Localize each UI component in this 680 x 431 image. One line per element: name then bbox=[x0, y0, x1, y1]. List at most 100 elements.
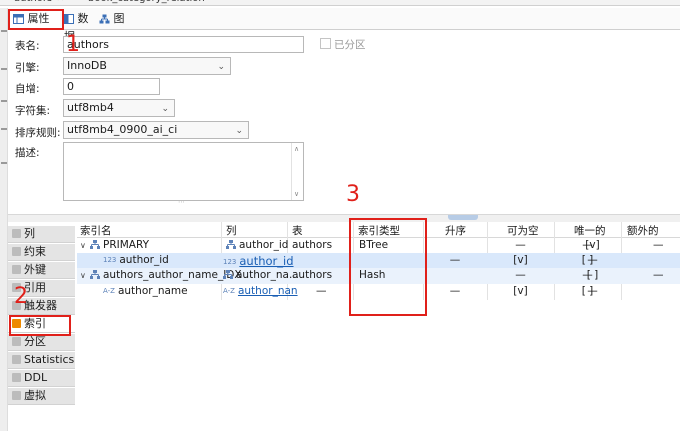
partitioned-label: 已分区 bbox=[334, 39, 366, 51]
auto-increment-label: 自增: bbox=[15, 83, 40, 95]
description-scrollbar[interactable]: ∧ ∨ bbox=[291, 143, 303, 200]
engine-label: 引擎: bbox=[15, 62, 40, 74]
ascending-value: — bbox=[515, 269, 526, 281]
index-name: PRIMARY bbox=[103, 239, 150, 251]
header-column[interactable]: 列 bbox=[226, 223, 237, 238]
virtual-icon bbox=[12, 391, 21, 400]
nav-label: 分区 bbox=[24, 335, 46, 348]
collation-select[interactable]: utf8mb4_0900_ai_ci ⌄ bbox=[63, 121, 249, 139]
er-diagram-icon bbox=[99, 14, 110, 24]
resize-grip-icon[interactable]: ⋯ bbox=[178, 198, 185, 206]
side-nav-ddl[interactable]: DDL bbox=[8, 370, 75, 387]
side-nav-statistics[interactable]: Statistics bbox=[8, 352, 75, 369]
unique-value: — bbox=[587, 285, 598, 297]
index-type: — bbox=[449, 285, 461, 297]
column-link[interactable]: author_nan bbox=[238, 285, 298, 297]
constraints-icon bbox=[12, 247, 21, 256]
numeric-column-icon: 123 bbox=[223, 258, 237, 266]
editor-tab-label: book_category_relation bbox=[88, 0, 205, 4]
side-nav-constraints[interactable]: 约束 bbox=[8, 244, 75, 261]
tab-diagram-label: 图 bbox=[113, 12, 125, 25]
nav-label: DDL bbox=[24, 371, 48, 384]
index-table-name: authors bbox=[292, 239, 333, 251]
ddl-icon bbox=[12, 373, 21, 382]
chevron-down-icon: ⌄ bbox=[235, 126, 243, 136]
partitioned-checkbox[interactable] bbox=[320, 38, 331, 49]
chevron-down-icon[interactable]: ∨ bbox=[80, 241, 90, 250]
editor-tab-strip: authors ✕ book_category_relation bbox=[0, 0, 680, 6]
close-icon[interactable]: ✕ bbox=[56, 0, 64, 4]
table-name-input[interactable]: authors bbox=[63, 36, 304, 53]
header-nullable[interactable]: 可为空 bbox=[507, 223, 539, 238]
gutter-marker bbox=[1, 128, 7, 130]
scroll-down-icon[interactable]: ∨ bbox=[294, 190, 299, 198]
annotation-number-1: 1 bbox=[66, 32, 80, 57]
unique-checkbox[interactable]: [v] bbox=[559, 239, 626, 251]
gutter-marker bbox=[1, 162, 7, 164]
index-icon bbox=[226, 240, 236, 249]
folder-icon bbox=[12, 337, 21, 346]
chevron-down-icon: ⌄ bbox=[217, 62, 225, 72]
editor-sub-tabs: 属性 数据 图 bbox=[8, 8, 680, 43]
collation-label: 排序规则: bbox=[15, 127, 61, 139]
index-column: author_id bbox=[239, 239, 289, 251]
statistics-icon bbox=[12, 355, 21, 364]
numeric-column-icon: 123 bbox=[103, 256, 117, 264]
nav-label: 列 bbox=[24, 227, 35, 240]
chevron-down-icon[interactable]: ∨ bbox=[80, 271, 90, 280]
index-column-name: author_id bbox=[119, 254, 169, 266]
header-ascending[interactable]: 升序 bbox=[445, 223, 466, 238]
foreign-key-icon bbox=[12, 265, 21, 274]
annotation-box-2 bbox=[9, 315, 71, 336]
gutter-marker bbox=[1, 68, 7, 70]
text-column-icon: A-Z bbox=[223, 287, 235, 295]
scroll-up-icon[interactable]: ∧ bbox=[294, 145, 299, 153]
description-textarea[interactable]: ∧ ∨ bbox=[63, 142, 304, 201]
index-table-name: — bbox=[316, 285, 327, 297]
column-link[interactable]: author_id bbox=[239, 254, 293, 268]
editor-tab-book-category-relation[interactable]: book_category_relation bbox=[88, 0, 205, 6]
ascending-checkbox[interactable]: [v] bbox=[487, 285, 554, 297]
description-label: 描述: bbox=[15, 147, 40, 159]
panel-splitter[interactable] bbox=[8, 214, 680, 222]
data-grid-icon bbox=[64, 14, 74, 24]
annotation-box-3 bbox=[349, 218, 427, 316]
index-type: — bbox=[449, 254, 461, 266]
editor-tab-label: authors bbox=[14, 0, 52, 4]
nav-label: 触发器 bbox=[24, 299, 57, 312]
engine-value: InnoDB bbox=[67, 59, 107, 72]
charset-value: utf8mb4 bbox=[67, 101, 114, 114]
collapse-handle-icon[interactable] bbox=[448, 215, 478, 220]
collation-value: utf8mb4_0900_ai_ci bbox=[67, 123, 178, 136]
side-nav-partitions[interactable]: 分区 bbox=[8, 334, 75, 351]
nav-label: 约束 bbox=[24, 245, 46, 258]
annotation-box-1 bbox=[8, 9, 64, 30]
annotation-number-2: 2 bbox=[14, 284, 28, 309]
charset-select[interactable]: utf8mb4 ⌄ bbox=[63, 99, 175, 117]
index-column: author_na... bbox=[236, 269, 299, 281]
extra-value: — bbox=[653, 239, 664, 251]
gutter-marker bbox=[1, 100, 7, 102]
side-nav-virtual[interactable]: 虚拟 bbox=[8, 388, 75, 405]
auto-increment-input[interactable]: 0 bbox=[63, 78, 160, 95]
side-nav-columns[interactable]: 列 bbox=[8, 226, 75, 243]
extra-value: — bbox=[653, 269, 664, 281]
ascending-checkbox[interactable]: [v] bbox=[487, 254, 554, 266]
editor-tab-authors[interactable]: authors ✕ bbox=[14, 0, 65, 6]
side-nav-foreign-keys[interactable]: 外键 bbox=[8, 262, 75, 279]
table-name-label: 表名: bbox=[15, 40, 40, 52]
tab-data[interactable]: 数据 bbox=[61, 10, 95, 43]
header-index-name[interactable]: 索引名 bbox=[80, 223, 112, 238]
header-table[interactable]: 表 bbox=[292, 223, 303, 238]
charset-label: 字符集: bbox=[15, 105, 51, 117]
index-table-name: authors bbox=[292, 269, 333, 281]
left-gutter bbox=[0, 8, 8, 431]
nav-label: 外键 bbox=[24, 263, 46, 276]
annotation-number-3: 3 bbox=[346, 182, 360, 207]
unique-checkbox[interactable]: [ ] bbox=[559, 269, 626, 281]
engine-select[interactable]: InnoDB ⌄ bbox=[63, 57, 231, 75]
ascending-value: — bbox=[515, 239, 526, 251]
tab-diagram[interactable]: 图 bbox=[96, 10, 126, 28]
header-extra[interactable]: 额外的 bbox=[627, 223, 659, 238]
header-unique[interactable]: 唯一的 bbox=[574, 223, 606, 238]
